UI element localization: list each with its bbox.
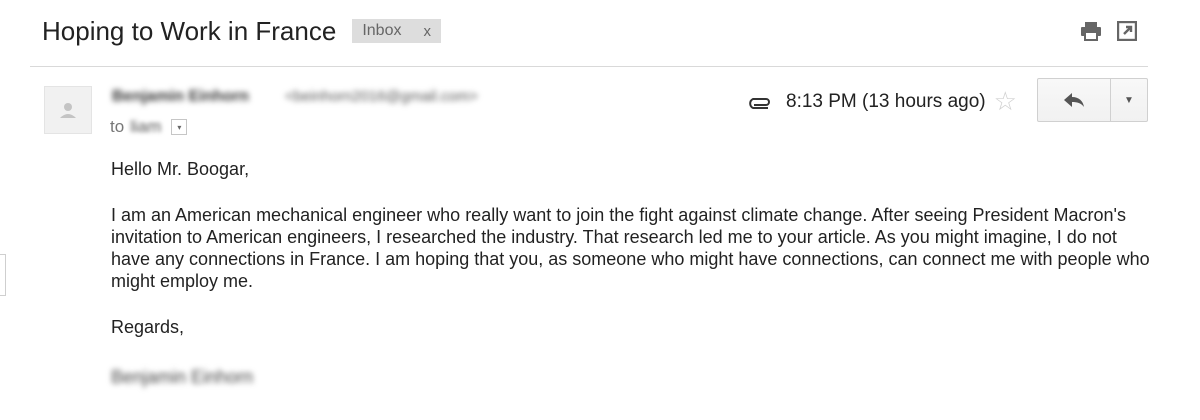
body-paragraph: I am an American mechanical engineer who… [111, 205, 1150, 291]
thread-actions [1080, 20, 1138, 42]
recipient-row: to liam ▾ [110, 117, 188, 137]
chevron-down-icon[interactable]: ▼ [1110, 79, 1147, 121]
sender-email: <beinhorn2016@gmail.com> [285, 88, 478, 105]
paperclip-icon [746, 92, 774, 112]
closing: Regards, [111, 317, 185, 337]
subject-row: Hoping to Work in France Inbox x [42, 14, 441, 48]
inbox-label[interactable]: Inbox x [352, 19, 441, 43]
star-icon[interactable]: ☆ [994, 86, 1017, 117]
sender-name[interactable]: Benjamin Einhorn [112, 88, 249, 106]
new-window-icon[interactable] [1116, 20, 1138, 42]
reply-icon [1064, 93, 1084, 107]
side-panel-edge [0, 254, 6, 296]
label-name: Inbox [362, 22, 402, 39]
message-body: Hello Mr. Boogar, I am an American mecha… [111, 158, 1151, 388]
person-icon [44, 86, 92, 134]
remove-label-button[interactable]: x [423, 23, 431, 40]
received-time: 8:13 PM (13 hours ago) [786, 90, 986, 112]
recipient-name: liam [130, 117, 162, 136]
header-divider [30, 66, 1148, 67]
print-icon[interactable] [1080, 20, 1102, 42]
signature: Benjamin Einhorn [111, 367, 254, 387]
message-meta: 8:13 PM (13 hours ago) ☆ [746, 86, 1017, 117]
reply-button[interactable] [1038, 79, 1110, 121]
email-subject: Hoping to Work in France [42, 15, 337, 46]
details-dropdown-button[interactable]: ▾ [171, 119, 188, 135]
greeting: Hello Mr. Boogar, [111, 159, 250, 179]
reply-button-group: ▼ [1037, 78, 1148, 122]
to-prefix: to [110, 117, 125, 136]
